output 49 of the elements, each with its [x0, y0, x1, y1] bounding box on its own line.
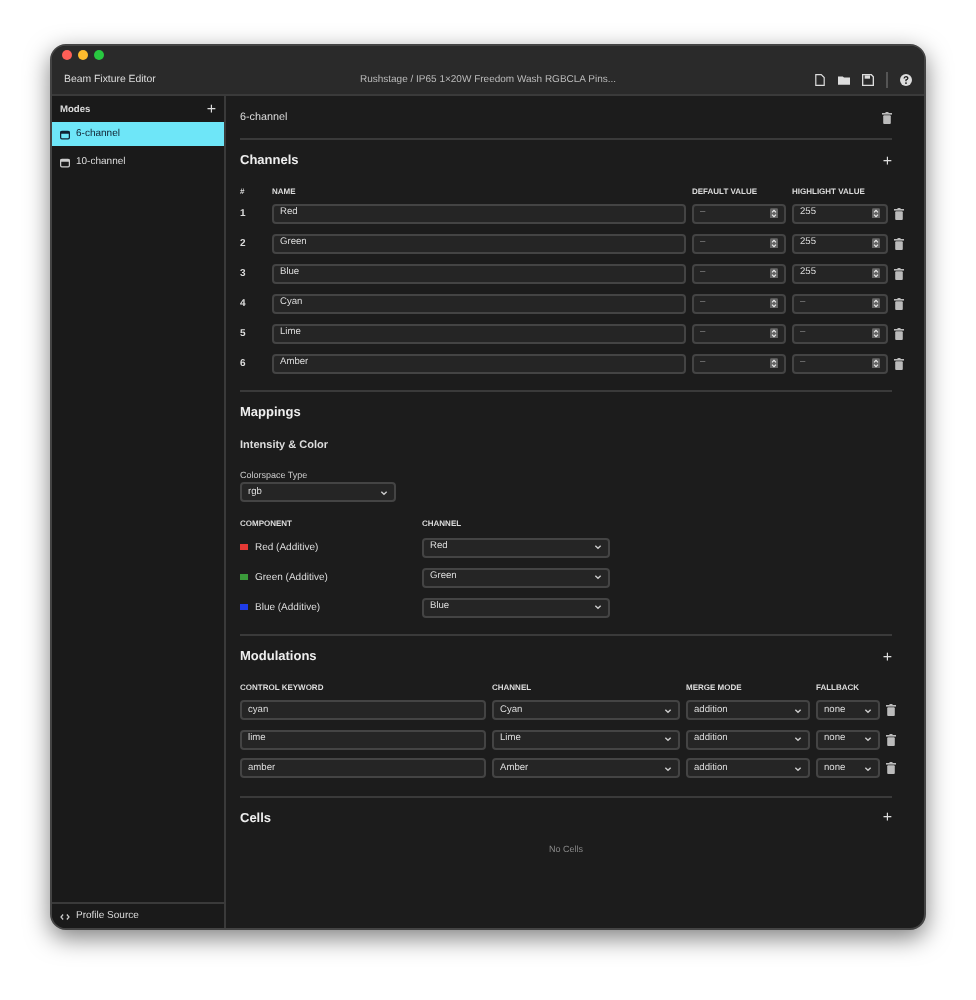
code-icon [60, 911, 70, 921]
folder-icon[interactable] [838, 73, 850, 85]
stepper-icon[interactable] [872, 237, 880, 249]
minimize-button[interactable] [78, 50, 88, 60]
chevron-down-icon [664, 736, 672, 743]
trash-icon[interactable] [894, 297, 904, 309]
add-button[interactable]: + [882, 812, 892, 824]
window-icon [60, 157, 70, 167]
stepper-icon[interactable] [770, 327, 778, 339]
stepper-icon[interactable] [872, 207, 880, 219]
stepper-icon[interactable] [872, 327, 880, 339]
trash-icon[interactable] [882, 111, 892, 123]
chevron-down-icon [794, 707, 802, 714]
trash-icon[interactable] [894, 207, 904, 219]
trash-icon[interactable] [886, 762, 896, 775]
chevron-down-icon [864, 707, 872, 714]
add-button[interactable]: + [882, 651, 892, 663]
chevron-down-icon [794, 765, 802, 772]
chevron-down-icon [594, 574, 602, 580]
window-icon [60, 129, 70, 139]
chevron-down-icon [864, 765, 872, 772]
trash-icon[interactable] [894, 237, 904, 249]
stepper-icon[interactable] [770, 207, 778, 219]
trash-icon[interactable] [886, 704, 896, 717]
save-icon[interactable] [862, 73, 874, 85]
chevron-down-icon [664, 765, 672, 772]
add-button[interactable]: + [882, 155, 892, 167]
stepper-icon[interactable] [770, 357, 778, 369]
add-button[interactable]: + [206, 104, 216, 116]
stepper-icon[interactable] [770, 297, 778, 309]
new-file-icon[interactable] [814, 73, 826, 85]
chevron-down-icon [664, 707, 672, 714]
stepper-icon[interactable] [770, 237, 778, 249]
trash-icon[interactable] [894, 357, 904, 369]
trash-icon[interactable] [894, 267, 904, 279]
trash-icon[interactable] [886, 733, 896, 746]
chevron-down-icon [794, 736, 802, 743]
close-button[interactable] [62, 50, 72, 60]
zoom-button[interactable] [94, 50, 104, 60]
stepper-icon[interactable] [872, 267, 880, 279]
stepper-icon[interactable] [770, 267, 778, 279]
chevron-down-icon [380, 489, 388, 495]
help-icon[interactable] [900, 73, 912, 85]
stepper-icon[interactable] [872, 357, 880, 369]
stepper-icon[interactable] [872, 297, 880, 309]
chevron-down-icon [594, 604, 602, 610]
trash-icon[interactable] [894, 327, 904, 339]
chevron-down-icon [864, 736, 872, 743]
chevron-down-icon [594, 544, 602, 550]
